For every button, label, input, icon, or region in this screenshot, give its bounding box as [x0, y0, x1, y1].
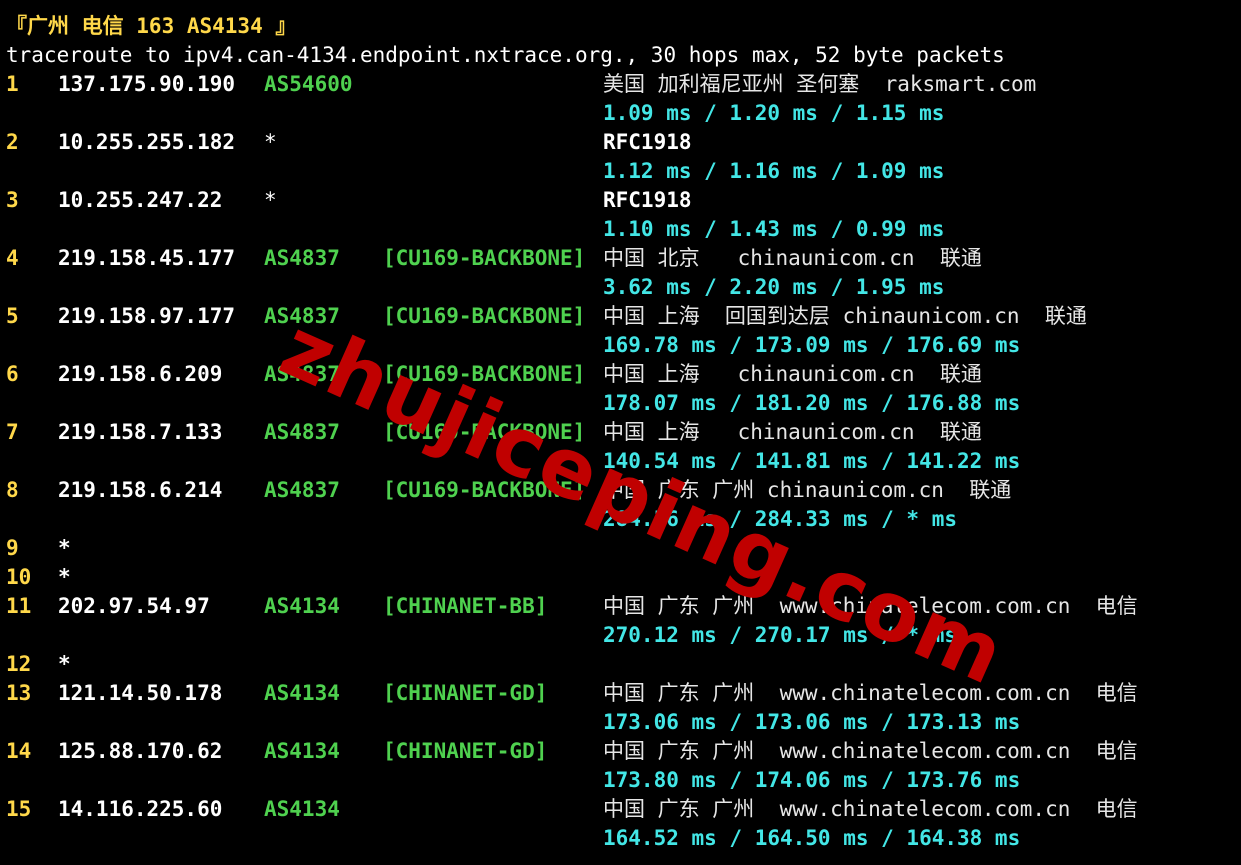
hop-geo: 中国 上海 chinaunicom.cn 联通 [603, 362, 982, 386]
hop-network-tag: [CU169-BACKBONE] [383, 304, 586, 328]
hop-rtt: 3.62 ms / 2.20 ms / 1.95 ms [603, 275, 945, 299]
hop-geo: 中国 广东 广州 www.chinatelecom.com.cn 电信 [603, 739, 1138, 763]
hop-ip: * [58, 565, 71, 589]
hop-rtt: 169.78 ms / 173.09 ms / 176.69 ms [603, 333, 1021, 357]
hop-geo: 中国 北京 chinaunicom.cn 联通 [603, 246, 982, 270]
hop-ip: 14.116.225.60 [58, 797, 223, 821]
hop-asn: AS4837 [264, 420, 340, 444]
hop-network-tag: [CHINANET-BB] [383, 594, 548, 618]
hop-geo: 中国 广东 广州 chinaunicom.cn 联通 [603, 478, 1012, 502]
hop-number: 12 [6, 652, 32, 676]
hop-rtt: 284.56 ms / 284.33 ms / * ms [603, 507, 958, 531]
hop-rtt: 173.06 ms / 173.06 ms / 173.13 ms [603, 710, 1021, 734]
hop-ip: * [58, 652, 71, 676]
hop-rtt: 164.52 ms / 164.50 ms / 164.38 ms [603, 826, 1021, 850]
hop-network-tag: [CHINANET-GD] [383, 681, 548, 705]
traceroute-header-line: traceroute to ipv4.can-4134.endpoint.nxt… [6, 41, 1005, 70]
hop-network-tag: [CU169-BACKBONE] [383, 246, 586, 270]
hop-ip: 219.158.97.177 [58, 304, 236, 328]
hop-rtt: 1.09 ms / 1.20 ms / 1.15 ms [603, 101, 945, 125]
hop-geo: 中国 上海 回国到达层 chinaunicom.cn 联通 [603, 304, 1087, 328]
hop-geo: RFC1918 [603, 130, 692, 154]
hop-asn: AS54600 [264, 72, 353, 96]
hop-geo: 美国 加利福尼亚州 圣何塞 raksmart.com [603, 72, 1037, 96]
hop-asn: AS4134 [264, 681, 340, 705]
hop-ip: * [58, 536, 71, 560]
hop-number: 11 [6, 594, 32, 618]
hop-network-tag: [CU169-BACKBONE] [383, 362, 586, 386]
hop-number: 2 [6, 130, 19, 154]
hop-network-tag: [CHINANET-GD] [383, 739, 548, 763]
trace-title: 『广州 电信 163 AS4134 』 [6, 14, 297, 38]
hop-ip: 202.97.54.97 [58, 594, 210, 618]
hop-asn: AS4837 [264, 246, 340, 270]
hop-ip: 125.88.170.62 [58, 739, 223, 763]
hop-geo: 中国 广东 广州 www.chinatelecom.com.cn 电信 [603, 681, 1138, 705]
hop-rtt: 1.10 ms / 1.43 ms / 0.99 ms [603, 217, 945, 241]
hop-rtt: 173.80 ms / 174.06 ms / 173.76 ms [603, 768, 1021, 792]
hop-number: 3 [6, 188, 19, 212]
hop-rtt: 140.54 ms / 141.81 ms / 141.22 ms [603, 449, 1021, 473]
hop-ip: 219.158.45.177 [58, 246, 236, 270]
hop-number: 7 [6, 420, 19, 444]
hop-number: 5 [6, 304, 19, 328]
hop-ip: 219.158.6.209 [58, 362, 223, 386]
hop-geo: 中国 上海 chinaunicom.cn 联通 [603, 420, 982, 444]
hop-ip: 10.255.247.22 [58, 188, 223, 212]
hop-asn: AS4134 [264, 797, 340, 821]
hop-rtt: 1.12 ms / 1.16 ms / 1.09 ms [603, 159, 945, 183]
hop-asn: * [264, 130, 277, 154]
hop-number: 10 [6, 565, 32, 589]
terminal-window[interactable]: 『广州 电信 163 AS4134 』 traceroute to ipv4.c… [6, 0, 1236, 865]
hop-number: 13 [6, 681, 32, 705]
traceroute-header: traceroute to ipv4.can-4134.endpoint.nxt… [6, 43, 1005, 67]
hop-asn: AS4134 [264, 594, 340, 618]
hop-ip: 137.175.90.190 [58, 72, 236, 96]
hop-number: 9 [6, 536, 19, 560]
hop-ip: 10.255.255.182 [58, 130, 236, 154]
hop-ip: 219.158.7.133 [58, 420, 223, 444]
trace-title-line: 『广州 电信 163 AS4134 』 [6, 12, 296, 41]
hop-rtt: 270.12 ms / 270.17 ms / * ms [603, 623, 958, 647]
hop-network-tag: [CU169-BACKBONE] [383, 478, 586, 502]
hop-number: 8 [6, 478, 19, 502]
hop-asn: AS4837 [264, 304, 340, 328]
hop-network-tag: [CU169-BACKBONE] [383, 420, 586, 444]
hop-number: 6 [6, 362, 19, 386]
hop-number: 15 [6, 797, 32, 821]
hop-number: 1 [6, 72, 19, 96]
hop-asn: AS4837 [264, 362, 340, 386]
hop-ip: 219.158.6.214 [58, 478, 223, 502]
hop-geo: 中国 广东 广州 www.chinatelecom.com.cn 电信 [603, 594, 1138, 618]
hop-geo: RFC1918 [603, 188, 692, 212]
hop-rtt: 178.07 ms / 181.20 ms / 176.88 ms [603, 391, 1021, 415]
hop-geo: 中国 广东 广州 www.chinatelecom.com.cn 电信 [603, 797, 1138, 821]
hop-number: 4 [6, 246, 19, 270]
hop-asn: AS4134 [264, 739, 340, 763]
hop-asn: * [264, 188, 277, 212]
hop-asn: AS4837 [264, 478, 340, 502]
hop-ip: 121.14.50.178 [58, 681, 223, 705]
hop-number: 14 [6, 739, 32, 763]
